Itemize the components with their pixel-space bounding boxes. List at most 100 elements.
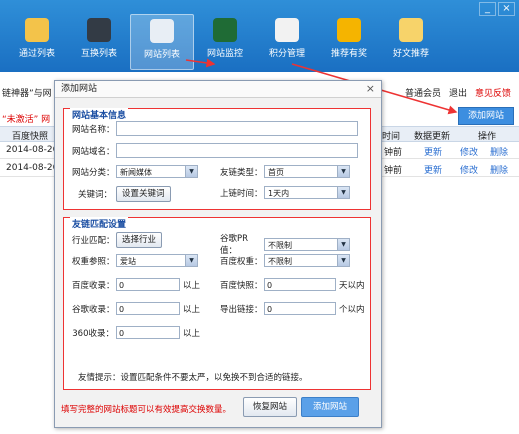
close-window-button[interactable]: × — [498, 2, 515, 16]
link-type-select[interactable]: 首页 ▼ — [264, 165, 350, 178]
nav-item-label: 网站列表 — [143, 50, 180, 60]
calendar-icon — [275, 18, 299, 42]
dialog-close-icon[interactable]: × — [366, 82, 375, 95]
col-header-snapshot[interactable]: 百度快照 — [12, 129, 48, 142]
minimize-button[interactable]: _ — [479, 2, 496, 16]
site-name-label: 网站名称： — [72, 124, 115, 135]
main-nav: 通过列表 互换列表 网站列表 网站监控 积分管理 推荐有奖 好文推荐 — [6, 14, 442, 70]
outlinks-suffix: 个以内 — [339, 304, 365, 315]
add-site-button[interactable]: 添加网站 — [301, 397, 359, 417]
nav-item-4[interactable]: 积分管理 — [256, 14, 318, 68]
delete-link[interactable]: 删除 — [490, 163, 508, 176]
baidu-index-label: 百度收录： — [72, 280, 115, 291]
s360-index-input[interactable]: 0 — [116, 326, 180, 339]
outlinks-input[interactable]: 0 — [264, 302, 336, 315]
title-bar: _ × 通过列表 互换列表 网站列表 网站监控 积分管理 推荐有奖 好文推荐 — [0, 0, 519, 72]
nav-item-1[interactable]: 互换列表 — [68, 14, 130, 68]
nav-item-2[interactable]: 网站列表 — [130, 14, 194, 70]
google-index-suffix: 以上 — [183, 304, 201, 315]
link-time-select[interactable]: 1天内 ▼ — [264, 186, 350, 199]
footer-note: 填写完整的网站标题可以有效提高交换数量。 — [61, 405, 232, 415]
match-tip: 友情提示：设置匹配条件不要太严，以免换不到合适的链接。 — [78, 373, 308, 383]
monitor-icon — [87, 18, 111, 42]
chevron-down-icon: ▼ — [185, 255, 197, 266]
edit-link[interactable]: 修改 — [460, 163, 478, 176]
link-type-value: 首页 — [268, 168, 284, 177]
outlinks-label: 导出链接： — [220, 304, 263, 315]
row-date: 2014-08-26 — [6, 163, 59, 173]
delete-link[interactable]: 删除 — [490, 145, 508, 158]
baidu-snapshot-label: 百度快照： — [220, 280, 263, 291]
nav-item-0[interactable]: 通过列表 — [6, 14, 68, 68]
chevron-down-icon: ▼ — [337, 255, 349, 266]
category-select[interactable]: 新闻媒体 ▼ — [116, 165, 198, 178]
link-time-label: 上链时间： — [220, 188, 263, 199]
row-time: 钟前 — [384, 166, 403, 176]
dialog-title: 添加网站 — [55, 81, 381, 98]
chevron-down-icon: ▼ — [337, 166, 349, 177]
window-icon — [150, 19, 174, 43]
match-settings-group: 友链匹配设置 行业匹配： 选择行业 谷歌PR值： 不限制 ▼ 权重参照： 爱站 … — [63, 217, 371, 390]
row-time: 钟前 — [384, 148, 403, 158]
col-header-time[interactable]: 时间 — [382, 129, 400, 142]
category-label: 网站分类： — [72, 167, 115, 178]
s360-suffix: 以上 — [183, 328, 201, 339]
nav-item-label: 推荐有奖 — [330, 49, 367, 59]
nav-item-label: 好文推荐 — [392, 49, 429, 59]
chevron-down-icon: ▼ — [337, 238, 349, 250]
baidu-weight-select[interactable]: 不限制 ▼ — [264, 254, 350, 267]
s360-label: 360收录： — [72, 328, 114, 339]
mail-icon — [399, 18, 423, 42]
weight-ref-value: 爱站 — [120, 257, 136, 266]
nav-item-label: 网站监控 — [206, 49, 243, 59]
google-pr-select[interactable]: 不限制 ▼ — [264, 237, 350, 251]
logout-link[interactable]: 退出 — [449, 86, 467, 99]
basic-info-group: 网站基本信息 网站名称： 网站域名： 网站分类： 新闻媒体 ▼ 友链类型： 首页… — [63, 108, 371, 210]
baidu-index-suffix: 以上 — [183, 280, 201, 291]
select-industry-button[interactable]: 选择行业 — [116, 232, 163, 248]
member-level: 普通会员 — [404, 89, 441, 99]
chevron-down-icon: ▼ — [337, 187, 349, 198]
col-header-update[interactable]: 数据更新 — [414, 129, 450, 142]
nav-item-3[interactable]: 网站监控 — [194, 14, 256, 68]
add-site-dialog: 添加网站 × 网站基本信息 网站名称： 网站域名： 网站分类： 新闻媒体 ▼ 友… — [54, 80, 382, 428]
set-keywords-button[interactable]: 设置关键词 — [116, 186, 171, 202]
baidu-weight-value: 不限制 — [268, 257, 292, 266]
google-index-input[interactable]: 0 — [116, 302, 180, 315]
clipboard-icon — [25, 18, 49, 42]
edit-link[interactable]: 修改 — [460, 145, 478, 158]
nav-item-label: 通过列表 — [18, 49, 55, 59]
baidu-weight-label: 百度权重： — [220, 256, 263, 267]
inactive-warning: “未激活” 网 — [2, 115, 51, 125]
google-pr-value: 不限制 — [268, 240, 292, 250]
chevron-down-icon: ▼ — [185, 166, 197, 177]
info-left-text: 链神器”与网 — [2, 89, 52, 99]
add-site-button-main[interactable]: 添加网站 — [458, 107, 514, 125]
basic-info-legend: 网站基本信息 — [70, 108, 129, 121]
baidu-snapshot-suffix: 天以内 — [339, 280, 365, 291]
weight-ref-label: 权重参照： — [72, 256, 115, 267]
update-link[interactable]: 更新 — [424, 163, 442, 176]
row-date: 2014-08-26 — [6, 145, 59, 155]
weight-ref-select[interactable]: 爱站 ▼ — [116, 254, 198, 267]
globe-icon — [213, 18, 237, 42]
baidu-index-input[interactable]: 0 — [116, 278, 180, 291]
google-index-label: 谷歌收录： — [72, 304, 115, 315]
nav-item-5[interactable]: 推荐有奖 — [318, 14, 380, 68]
star-icon — [337, 18, 361, 42]
link-type-label: 友链类型： — [220, 167, 263, 178]
site-domain-input[interactable] — [116, 143, 358, 158]
col-header-actions: 操作 — [478, 132, 497, 142]
industry-label: 行业匹配： — [72, 236, 115, 246]
nav-item-label: 互换列表 — [80, 49, 117, 59]
baidu-snapshot-input[interactable]: 0 — [264, 278, 336, 291]
match-settings-legend: 友链匹配设置 — [70, 217, 129, 230]
nav-item-label: 积分管理 — [268, 49, 305, 59]
nav-item-6[interactable]: 好文推荐 — [380, 14, 442, 68]
category-value: 新闻媒体 — [120, 168, 152, 177]
feedback-link[interactable]: 意见反馈 — [475, 86, 511, 99]
site-name-input[interactable] — [116, 121, 358, 136]
site-domain-label: 网站域名： — [72, 146, 115, 157]
restore-site-button[interactable]: 恢复网站 — [243, 397, 297, 417]
update-link[interactable]: 更新 — [424, 145, 442, 158]
